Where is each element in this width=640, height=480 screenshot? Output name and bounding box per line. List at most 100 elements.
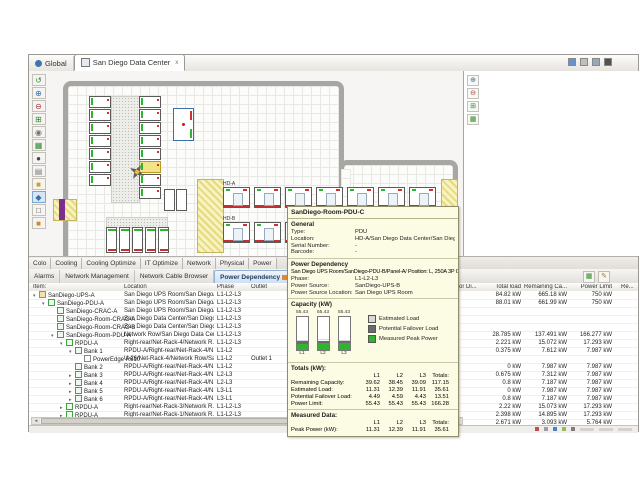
panel-tab-network-management[interactable]: Network Management xyxy=(60,270,135,283)
zoom-in-icon[interactable]: ⊕ xyxy=(32,87,46,99)
secondary-view-toolbar: ⊕ ⊖ ⊞ ▦ xyxy=(467,75,479,127)
status-bar-icon[interactable] xyxy=(544,427,548,431)
rack[interactable] xyxy=(285,187,312,208)
column-header-re[interactable]: Re... xyxy=(621,284,637,290)
rack[interactable] xyxy=(89,135,111,147)
layers-icon[interactable]: ■ xyxy=(32,217,46,229)
layer-tab-cooling[interactable]: Cooling xyxy=(51,258,82,270)
rack[interactable] xyxy=(316,187,343,208)
cell-total: 0.8 kW xyxy=(479,379,521,387)
cell-phase: L1-L2 xyxy=(217,363,249,371)
rack[interactable] xyxy=(119,227,130,253)
layer-tab-cooling-optimize[interactable]: Cooling Optimize xyxy=(82,258,141,270)
rack[interactable] xyxy=(139,135,161,147)
rack[interactable] xyxy=(106,227,117,253)
rack[interactable] xyxy=(89,109,111,121)
tooltip-field: Power Source Location:San Diego UPS Room xyxy=(288,290,458,297)
rack[interactable] xyxy=(139,96,161,108)
status-bar-icon[interactable] xyxy=(571,427,575,431)
zoom-out-icon[interactable]: ⊖ xyxy=(32,100,46,112)
column-header-location[interactable]: Location xyxy=(124,284,214,290)
column-header-total[interactable]: Total load xyxy=(479,284,521,290)
secondary-view-pane: ⊕ ⊖ ⊞ ▦ xyxy=(463,71,639,256)
scroll-left-arrow-icon[interactable]: ◂ xyxy=(32,418,40,424)
grid-view-icon[interactable]: ▦ xyxy=(467,114,479,125)
tooltip-table-value: 4.59 xyxy=(380,394,403,401)
layer-tab-network[interactable]: Network xyxy=(183,258,216,270)
capacity-legend: Estimated LoadPotential Failover LoadMea… xyxy=(368,315,438,345)
column-header-limit[interactable]: Power Limit xyxy=(569,284,612,290)
rack-status-green xyxy=(108,229,116,231)
rack-status-green xyxy=(121,229,129,231)
column-header-remaining[interactable]: Remaining Ca... xyxy=(523,284,567,290)
layer-tab-it-optimize[interactable]: IT Optimize xyxy=(141,258,183,270)
rack-status-red xyxy=(107,151,109,153)
rack[interactable] xyxy=(132,227,143,253)
power-panel[interactable] xyxy=(173,108,194,141)
table-view-icon[interactable]: ▦ xyxy=(583,271,595,283)
layer-tab-colo[interactable]: Colo xyxy=(29,258,51,270)
cabinet[interactable] xyxy=(164,189,175,211)
status-bar-icon[interactable] xyxy=(535,427,539,431)
lock-icon[interactable]: ■ xyxy=(32,178,46,190)
cabinet[interactable] xyxy=(176,189,187,211)
column-header-outlet[interactable]: Outlet xyxy=(251,284,287,290)
status-bar-icon[interactable] xyxy=(553,427,557,431)
rack[interactable] xyxy=(139,161,161,173)
rack[interactable] xyxy=(378,187,405,208)
status-bar-icon[interactable] xyxy=(562,427,566,431)
select-tool-icon[interactable]: ◆ xyxy=(32,191,46,203)
maximize-view-icon[interactable] xyxy=(580,58,588,66)
layer-tab-physical[interactable]: Physical xyxy=(216,258,249,270)
rack[interactable] xyxy=(89,174,111,186)
pan-icon[interactable]: ↺ xyxy=(32,74,46,86)
perspective-icon[interactable] xyxy=(604,58,612,66)
cell-total: 0 kW xyxy=(479,387,521,395)
new-page-icon[interactable]: □ xyxy=(32,204,46,216)
rack[interactable] xyxy=(145,227,156,253)
tooltip-table-value: 13.51 xyxy=(426,394,449,401)
rack[interactable] xyxy=(223,187,250,208)
panel-tab-network-cable-browser[interactable]: Network Cable Browser xyxy=(135,270,214,283)
rack[interactable] xyxy=(89,96,111,108)
cell-limit: 7.987 kW xyxy=(569,347,612,355)
overview-icon[interactable]: ◉ xyxy=(32,126,46,138)
rack[interactable] xyxy=(139,122,161,134)
editor-tab-san-diego-data-center[interactable]: San Diego Data Centerx xyxy=(74,54,186,71)
view-menu-icon[interactable] xyxy=(592,58,600,66)
close-tab-icon[interactable]: x xyxy=(175,60,178,66)
zoom-out-icon[interactable]: ⊖ xyxy=(467,88,479,99)
tooltip-section-capacity: Capacity (kW) xyxy=(291,301,455,308)
rack[interactable] xyxy=(139,187,161,199)
rack[interactable] xyxy=(139,174,161,186)
layout-grid-icon[interactable]: ▦ xyxy=(32,139,46,151)
column-header-item[interactable]: Item: xyxy=(33,284,121,290)
editor-tab-global[interactable]: Global xyxy=(29,56,74,71)
fit-view-icon[interactable]: ⊞ xyxy=(32,113,46,125)
rack[interactable] xyxy=(139,148,161,160)
rack[interactable] xyxy=(347,187,374,208)
layer-tab-power[interactable]: Power xyxy=(249,258,276,270)
rack[interactable] xyxy=(409,187,436,208)
rack[interactable] xyxy=(158,227,169,253)
column-header-phase[interactable]: Phase xyxy=(217,284,249,290)
rack[interactable] xyxy=(223,222,250,243)
cell-location: Right-rear/Net-Rack-3/Network R... xyxy=(124,403,214,411)
rack[interactable] xyxy=(89,161,111,173)
panel-tab-power-dependency[interactable]: Power Dependency xyxy=(214,270,293,283)
edit-icon[interactable]: ✎ xyxy=(598,271,610,283)
power-view-icon[interactable]: ● xyxy=(32,152,46,164)
rack[interactable] xyxy=(139,109,161,121)
rack[interactable] xyxy=(89,148,111,160)
minimize-view-icon[interactable] xyxy=(568,58,576,66)
rack[interactable] xyxy=(89,122,111,134)
rack-status-red xyxy=(367,189,371,191)
rack-status-green xyxy=(350,189,354,191)
compass-center xyxy=(134,169,139,174)
fit-page-icon[interactable]: ⊞ xyxy=(467,101,479,112)
rack[interactable] xyxy=(254,222,281,243)
zoom-in-icon[interactable]: ⊕ xyxy=(467,75,479,86)
panel-tab-alarms[interactable]: Alarms xyxy=(29,270,60,283)
export-view-icon[interactable]: ▤ xyxy=(32,165,46,177)
rack[interactable] xyxy=(254,187,281,208)
